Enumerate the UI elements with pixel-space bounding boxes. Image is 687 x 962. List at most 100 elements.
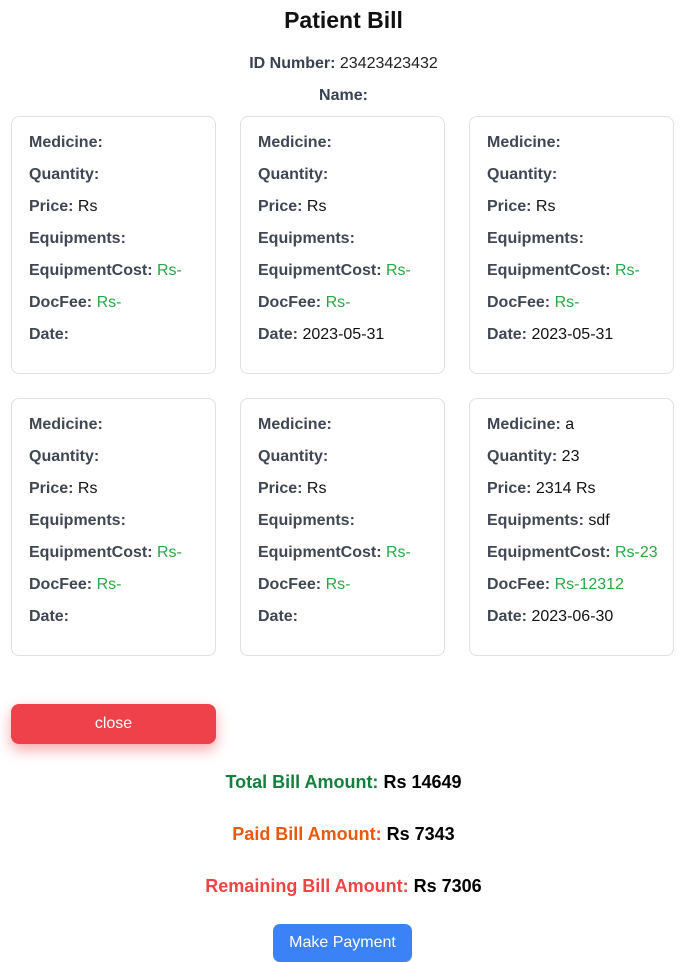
- equipment-cost-value: Rs-: [157, 544, 182, 561]
- equipments-label: Equipments:: [258, 230, 355, 247]
- doc-fee-value: Rs-: [96, 576, 122, 593]
- equipment-cost-row: EquipmentCost: Rs-: [29, 543, 199, 575]
- medicine-label: Medicine:: [487, 416, 561, 433]
- doc-fee-value: Rs-: [96, 294, 122, 311]
- equipment-cost-label: EquipmentCost:: [29, 544, 153, 561]
- equipment-cost-row: EquipmentCost: Rs-23: [487, 543, 658, 575]
- medicine-row: Medicine:: [258, 415, 428, 447]
- doc-fee-value: Rs-: [554, 294, 580, 311]
- equipments-label: Equipments:: [487, 230, 584, 247]
- date-value: 2023-06-30: [531, 608, 614, 625]
- equipments-row: Equipments:: [29, 511, 199, 543]
- quantity-label: Quantity:: [487, 448, 558, 465]
- patient-name-label: Name:: [319, 87, 368, 104]
- equipment-cost-value: Rs-: [386, 544, 411, 561]
- doc-fee-label: DocFee:: [29, 576, 93, 593]
- quantity-row: Quantity:: [258, 165, 428, 197]
- patient-name: Name:: [0, 86, 687, 106]
- patient-id-value: 23423423432: [339, 55, 438, 72]
- price-row: Price: Rs: [258, 197, 428, 229]
- total-bill-amount: Total Bill Amount: Rs 14649: [0, 771, 687, 793]
- equipment-cost-row: EquipmentCost: Rs-: [487, 261, 657, 293]
- close-button[interactable]: close: [11, 704, 216, 744]
- date-label: Date:: [487, 326, 528, 343]
- price-value: Rs: [306, 480, 327, 497]
- equipment-cost-row: EquipmentCost: Rs-: [258, 261, 428, 293]
- bill-record-card: Medicine: Quantity: Price: Rs Equipments…: [11, 116, 216, 374]
- date-row: Date: 2023-06-30: [487, 607, 657, 639]
- medicine-label: Medicine:: [487, 134, 561, 151]
- quantity-row: Quantity:: [29, 165, 199, 197]
- medicine-row: Medicine:: [29, 133, 199, 165]
- doc-fee-label: DocFee:: [487, 576, 551, 593]
- date-row: Date: 2023-05-31: [258, 325, 428, 357]
- quantity-label: Quantity:: [29, 448, 100, 465]
- equipment-cost-row: EquipmentCost: Rs-: [29, 261, 199, 293]
- bill-record-card: Medicine: a Quantity: 23 Price: 2314 Rs …: [469, 398, 674, 656]
- doc-fee-row: DocFee: Rs-: [29, 575, 199, 607]
- doc-fee-label: DocFee:: [29, 294, 93, 311]
- equipments-label: Equipments:: [258, 512, 355, 529]
- quantity-row: Quantity: 23: [487, 447, 657, 479]
- medicine-label: Medicine:: [29, 134, 103, 151]
- page-title: Patient Bill: [284, 7, 403, 33]
- price-value: Rs: [306, 198, 327, 215]
- equipments-row: Equipments:: [29, 229, 199, 261]
- date-label: Date:: [487, 608, 528, 625]
- paid-bill-label: Paid Bill Amount:: [232, 824, 382, 844]
- quantity-row: Quantity:: [487, 165, 657, 197]
- equipments-row: Equipments:: [258, 511, 428, 543]
- doc-fee-value: Rs-: [325, 576, 351, 593]
- bill-record-card: Medicine: Quantity: Price: Rs Equipments…: [240, 116, 445, 374]
- date-row: Date:: [29, 325, 199, 357]
- doc-fee-row: DocFee: Rs-: [487, 293, 657, 325]
- paid-bill-value: Rs 7343: [386, 824, 455, 844]
- price-label: Price:: [29, 198, 74, 215]
- price-value: Rs: [77, 480, 98, 497]
- medicine-label: Medicine:: [258, 416, 332, 433]
- date-label: Date:: [258, 608, 299, 625]
- equipments-label: Equipments:: [29, 512, 126, 529]
- remaining-bill-label: Remaining Bill Amount:: [205, 876, 409, 896]
- bill-records-grid: Medicine: Quantity: Price: Rs Equipments…: [11, 116, 675, 656]
- medicine-value: a: [565, 416, 575, 433]
- doc-fee-value: Rs-12312: [554, 576, 624, 593]
- date-label: Date:: [258, 326, 299, 343]
- paid-bill-amount: Paid Bill Amount: Rs 7343: [0, 823, 687, 845]
- medicine-row: Medicine:: [29, 415, 199, 447]
- equipment-cost-label: EquipmentCost:: [487, 544, 611, 561]
- date-row: Date:: [258, 607, 428, 639]
- date-label: Date:: [29, 326, 70, 343]
- date-label: Date:: [29, 608, 70, 625]
- patient-id: ID Number: 23423423432: [0, 54, 687, 74]
- equipment-cost-label: EquipmentCost:: [258, 544, 382, 561]
- price-row: Price: Rs: [258, 479, 428, 511]
- equipments-value: sdf: [588, 512, 610, 529]
- date-value: 2023-05-31: [302, 326, 385, 343]
- equipments-row: Equipments: sdf: [487, 511, 657, 543]
- patient-id-label: ID Number:: [249, 55, 336, 72]
- remaining-bill-value: Rs 7306: [413, 876, 482, 896]
- total-bill-label: Total Bill Amount:: [225, 772, 379, 792]
- doc-fee-label: DocFee:: [487, 294, 551, 311]
- bill-record-card: Medicine: Quantity: Price: Rs Equipments…: [11, 398, 216, 656]
- doc-fee-row: DocFee: Rs-: [258, 293, 428, 325]
- medicine-label: Medicine:: [258, 134, 332, 151]
- date-value: 2023-05-31: [531, 326, 614, 343]
- doc-fee-row: DocFee: Rs-: [29, 293, 199, 325]
- medicine-label: Medicine:: [29, 416, 103, 433]
- price-label: Price:: [258, 198, 303, 215]
- quantity-label: Quantity:: [258, 448, 329, 465]
- price-row: Price: 2314 Rs: [487, 479, 657, 511]
- equipment-cost-label: EquipmentCost:: [29, 262, 153, 279]
- doc-fee-label: DocFee:: [258, 294, 322, 311]
- price-row: Price: Rs: [29, 197, 199, 229]
- equipment-cost-label: EquipmentCost:: [258, 262, 382, 279]
- date-row: Date:: [29, 607, 199, 639]
- make-payment-button[interactable]: Make Payment: [273, 924, 412, 962]
- equipment-cost-value: Rs-23: [615, 544, 658, 561]
- price-value: Rs: [77, 198, 98, 215]
- price-label: Price:: [258, 480, 303, 497]
- equipment-cost-row: EquipmentCost: Rs-: [258, 543, 428, 575]
- equipment-cost-value: Rs-: [615, 262, 640, 279]
